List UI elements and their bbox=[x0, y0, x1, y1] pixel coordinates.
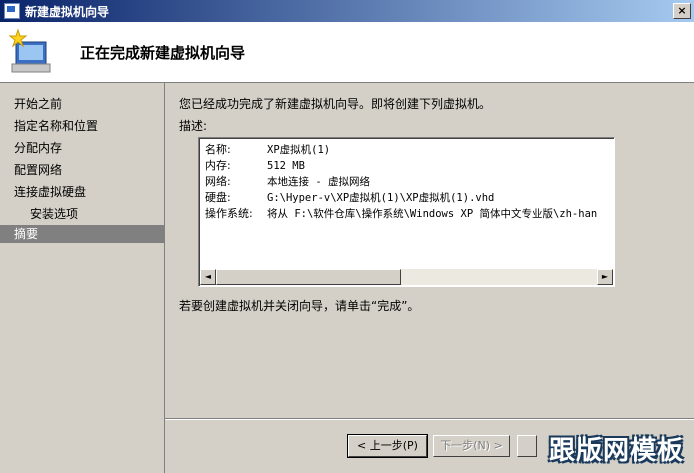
wizard-window-icon bbox=[4, 3, 20, 19]
wizard-steps-sidebar: 开始之前 指定名称和位置 分配内存 配置网络 连接虚拟硬盘 安装选项 摘要 bbox=[0, 83, 165, 473]
description-box[interactable]: 名称: XP虚拟机(1) 内存: 512 MB 网络: 本地连接 - 虚拟网络 硬盘:… bbox=[198, 137, 615, 287]
desc-row-name: 名称: XP虚拟机(1) bbox=[205, 142, 597, 158]
desc-value: G:\Hyper-v\XP虚拟机(1)\XP虚拟机(1).vhd bbox=[267, 192, 495, 204]
desc-value: 512 MB bbox=[267, 160, 305, 172]
desc-row-network: 网络: 本地连接 - 虚拟网络 bbox=[205, 174, 597, 190]
sidebar-item-before-you-begin[interactable]: 开始之前 bbox=[14, 95, 62, 112]
description-label: 描述: bbox=[179, 119, 208, 133]
wizard-header: 正在完成新建虚拟机向导 bbox=[0, 22, 694, 83]
sidebar-item-network[interactable]: 配置网络 bbox=[14, 161, 62, 178]
desc-value: XP虚拟机(1) bbox=[267, 144, 331, 156]
desc-key: 内存: bbox=[205, 159, 231, 172]
finish-button[interactable] bbox=[517, 435, 537, 457]
sidebar-item-summary[interactable]: 摘要 bbox=[0, 225, 164, 243]
watermark-logo: 跟版网模板 bbox=[548, 436, 684, 466]
close-button[interactable]: × bbox=[673, 3, 691, 19]
next-button[interactable]: 下一步(N) > bbox=[433, 435, 510, 457]
sidebar-item-virtual-disk[interactable]: 连接虚拟硬盘 bbox=[14, 183, 86, 200]
desc-value: 将从 F:\软件仓库\操作系统\Windows XP 简体中文专业版\zh-ha… bbox=[267, 208, 598, 220]
footer-divider bbox=[165, 418, 694, 420]
desc-row-memory: 内存: 512 MB bbox=[205, 158, 597, 174]
page-title: 正在完成新建虚拟机向导 bbox=[80, 44, 246, 62]
sidebar-item-install-options[interactable]: 安装选项 bbox=[30, 205, 78, 222]
intro-text: 您已经成功完成了新建虚拟机向导。即将创建下列虚拟机。 bbox=[179, 97, 492, 111]
desc-row-os: 操作系统: 将从 F:\软件仓库\操作系统\Windows XP 简体中文专业版\… bbox=[205, 206, 597, 222]
finish-instructions: 若要创建虚拟机并关闭向导，请单击“完成”。 bbox=[179, 299, 420, 313]
scroll-right-icon[interactable]: ► bbox=[597, 269, 613, 285]
new-vm-sparkle-icon bbox=[8, 28, 51, 73]
desc-key: 操作系统: bbox=[205, 207, 253, 220]
window-title: 新建虚拟机向导 bbox=[25, 4, 110, 19]
horizontal-scrollbar[interactable]: ◄ ► bbox=[200, 269, 613, 285]
title-bar: 新建虚拟机向导 × bbox=[0, 0, 694, 22]
scroll-left-icon[interactable]: ◄ bbox=[200, 269, 216, 285]
sidebar-item-memory[interactable]: 分配内存 bbox=[14, 139, 62, 156]
desc-key: 网络: bbox=[205, 175, 231, 188]
wizard-content: 您已经成功完成了新建虚拟机向导。即将创建下列虚拟机。 描述: 名称: XP虚拟机(… bbox=[165, 83, 694, 473]
back-button[interactable]: < 上一步(P) bbox=[347, 434, 428, 458]
sidebar-item-name-location[interactable]: 指定名称和位置 bbox=[14, 117, 98, 134]
desc-row-disk: 硬盘: G:\Hyper-v\XP虚拟机(1)\XP虚拟机(1).vhd bbox=[205, 190, 597, 206]
desc-key: 名称: bbox=[205, 143, 231, 156]
scroll-thumb[interactable] bbox=[216, 269, 401, 285]
desc-key: 硬盘: bbox=[205, 191, 231, 204]
desc-value: 本地连接 - 虚拟网络 bbox=[267, 176, 370, 188]
